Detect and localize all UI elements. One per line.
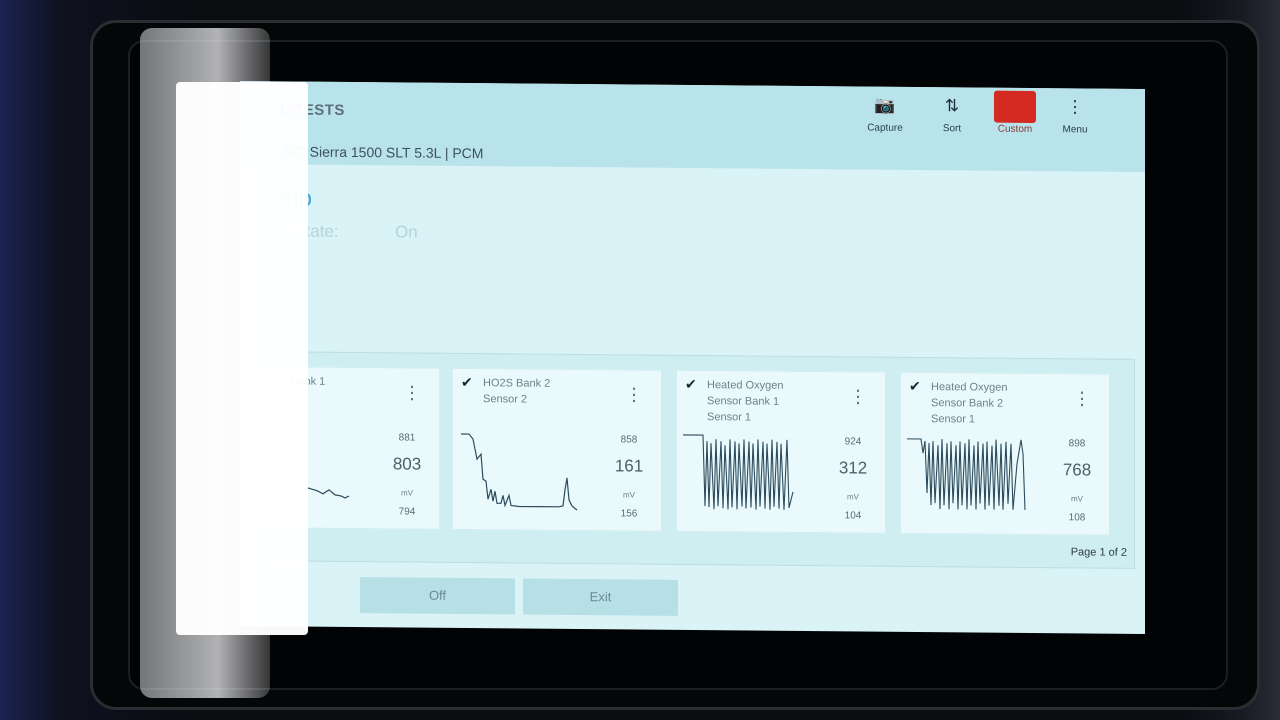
sensor-unit: mV (1071, 494, 1083, 504)
sensor-name: Heated Oxygen Sensor Bank 2 Sensor 1 (931, 381, 1008, 426)
sensor-current: 768 (1062, 460, 1092, 480)
sensor-name: HO2S Bank 2 Sensor 2 (483, 377, 551, 406)
sensor-current: 312 (838, 458, 868, 478)
sensor-card[interactable]: ✔ Heated Oxygen Sensor Bank 2 Sensor 1 ⋮ 8… (900, 371, 1110, 536)
sensor-card[interactable]: ✔ HO2S Bank 2 Sensor 2 ⋮ 858 161 mV 156 (452, 367, 662, 532)
custom-label: Custom (997, 123, 1033, 135)
vehicle-info: MC Sierra 1500 SLT 5.3L | PCM (284, 143, 484, 162)
check-icon[interactable]: ✔ (461, 374, 473, 391)
sensor-max: 924 (844, 436, 862, 448)
sensor-current: 161 (614, 456, 644, 476)
sensor-max: 881 (398, 432, 416, 444)
menu-label: Menu (1062, 124, 1088, 136)
card-kebab-icon[interactable]: ⋮ (403, 382, 421, 403)
menu-button[interactable]: ⋮ Menu (1045, 96, 1105, 136)
capture-label: Capture (867, 122, 903, 134)
sensor-min: 156 (620, 508, 638, 520)
card-kebab-icon[interactable]: ⋮ (1073, 388, 1091, 409)
check-icon[interactable]: ✔ (685, 376, 697, 393)
scan-tool-screen: L TESTS MC Sierra 1500 SLT 5.3L | PCM 📷 … (240, 81, 1145, 634)
sensor-max: 858 (620, 434, 638, 446)
capture-button[interactable]: 📷 Capture (855, 94, 915, 134)
header-bar: L TESTS MC Sierra 1500 SLT 5.3L | PCM 📷 … (240, 81, 1145, 172)
sensor-card[interactable]: ✔ Heated Oxygen Sensor Bank 1 Sensor 1 ⋮ 9… (676, 369, 886, 534)
page-indicator: Page 1 of 2 (1070, 546, 1127, 559)
card-kebab-icon[interactable]: ⋮ (849, 386, 867, 407)
sensor-min: 108 (1068, 512, 1086, 524)
kebab-icon: ⋮ (1066, 97, 1084, 117)
sensor-min: 794 (398, 506, 416, 518)
sort-label: Sort (942, 123, 962, 135)
sensor-graph (461, 433, 578, 511)
scan-tool-device: L TESTS MC Sierra 1500 SLT 5.3L | PCM 📷 … (0, 0, 1280, 720)
sensor-unit: mV (401, 488, 413, 498)
light-reflection (176, 82, 308, 635)
sensor-unit: mV (847, 492, 859, 502)
sensor-max: 898 (1068, 438, 1086, 450)
custom-button[interactable]: Custom (985, 90, 1045, 136)
sort-button[interactable]: ⇅ Sort (922, 95, 982, 135)
custom-icon (994, 90, 1036, 123)
sensor-name: Heated Oxygen Sensor Bank 1 Sensor 1 (707, 379, 784, 424)
sensor-min: 104 (844, 510, 862, 522)
command-state-value: On (395, 222, 418, 242)
sensor-unit: mV (623, 490, 635, 500)
sort-icon: ⇅ (944, 96, 960, 116)
sensor-graph (683, 434, 794, 510)
check-icon[interactable]: ✔ (909, 378, 921, 395)
sensor-current: 803 (392, 454, 422, 474)
exit-button[interactable]: Exit (523, 578, 678, 616)
camera-icon: 📷 (874, 95, 896, 115)
card-kebab-icon[interactable]: ⋮ (625, 384, 643, 405)
sensor-graph (907, 438, 1026, 510)
off-button[interactable]: Off (360, 577, 515, 615)
